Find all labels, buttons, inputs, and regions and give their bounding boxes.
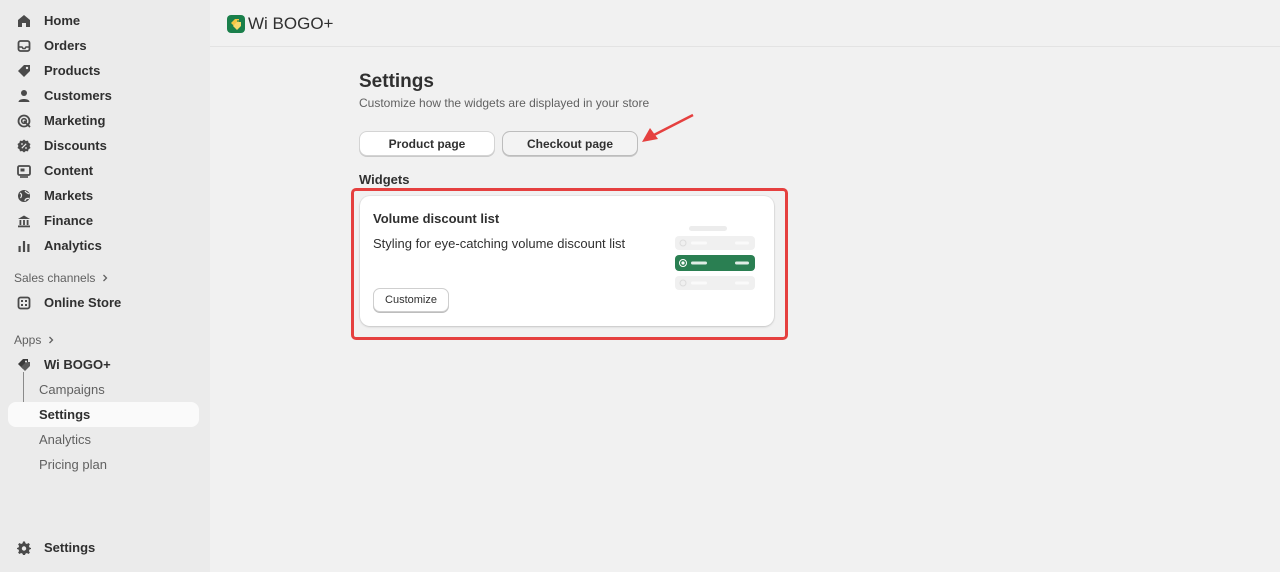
gear-icon bbox=[17, 541, 31, 555]
nav-home[interactable]: Home bbox=[8, 8, 199, 33]
sidebar: Home Orders Products Customers Marketing… bbox=[0, 0, 210, 572]
app-header: Wi BOGO+ bbox=[210, 0, 1280, 47]
home-icon bbox=[17, 14, 31, 28]
globe-icon bbox=[17, 189, 31, 203]
widgets-heading: Widgets bbox=[359, 172, 410, 187]
apps-section[interactable]: Apps bbox=[14, 333, 55, 347]
customize-button[interactable]: Customize bbox=[373, 288, 449, 312]
nav-label: Customers bbox=[44, 88, 112, 103]
nav-markets[interactable]: Markets bbox=[8, 183, 199, 208]
subnav-label: Settings bbox=[39, 407, 91, 422]
card-description: Styling for eye-catching volume discount… bbox=[373, 236, 626, 251]
inbox-icon bbox=[17, 39, 31, 53]
tab-product-page[interactable]: Product page bbox=[359, 131, 495, 156]
nav-analytics[interactable]: Analytics bbox=[8, 233, 199, 258]
annotation-arrow-icon bbox=[642, 113, 694, 142]
store-icon bbox=[17, 296, 31, 310]
chevron-right-icon bbox=[47, 333, 55, 347]
bank-icon bbox=[17, 214, 31, 228]
nav-label: Markets bbox=[44, 188, 94, 203]
subnav-label: Pricing plan bbox=[39, 457, 107, 472]
chevron-right-icon bbox=[101, 271, 109, 285]
nav-label: Home bbox=[44, 13, 81, 28]
nav-discounts[interactable]: Discounts bbox=[8, 133, 199, 158]
volume-list-preview-icon bbox=[675, 226, 755, 290]
apps-label: Apps bbox=[14, 333, 42, 347]
nav-label: Marketing bbox=[44, 113, 106, 128]
sales-channels-label: Sales channels bbox=[14, 271, 96, 285]
nav-label: Wi BOGO+ bbox=[44, 357, 111, 372]
subnav-label: Analytics bbox=[39, 432, 92, 447]
nav-orders[interactable]: Orders bbox=[8, 33, 199, 58]
tag-icon bbox=[17, 64, 31, 78]
nav-app-wibogo[interactable]: Wi BOGO+ bbox=[8, 352, 199, 377]
nav-label: Analytics bbox=[44, 238, 102, 253]
person-icon bbox=[17, 89, 31, 103]
nav-label: Content bbox=[44, 163, 94, 178]
nav-settings[interactable]: Settings bbox=[8, 535, 199, 560]
tab-checkout-page[interactable]: Checkout page bbox=[502, 131, 638, 156]
page-subtitle: Customize how the widgets are displayed … bbox=[359, 96, 650, 110]
discount-icon bbox=[17, 139, 31, 153]
nav-label: Discounts bbox=[44, 138, 107, 153]
target-icon bbox=[17, 114, 31, 128]
nav-label: Settings bbox=[44, 540, 96, 555]
content-icon bbox=[17, 164, 31, 178]
subnav-label: Campaigns bbox=[39, 382, 105, 397]
nav-label: Products bbox=[44, 63, 101, 78]
app-tag-icon bbox=[17, 358, 31, 372]
nav-content[interactable]: Content bbox=[8, 158, 199, 183]
subnav-settings[interactable]: Settings bbox=[8, 402, 199, 427]
nav-marketing[interactable]: Marketing bbox=[8, 108, 199, 133]
main-content: Wi BOGO+ Settings Customize how the widg… bbox=[210, 0, 1280, 572]
card-title: Volume discount list bbox=[373, 211, 500, 226]
page-title: Settings bbox=[359, 71, 434, 92]
subnav-campaigns[interactable]: Campaigns bbox=[8, 377, 199, 402]
nav-online-store[interactable]: Online Store bbox=[8, 290, 199, 315]
nav-label: Online Store bbox=[44, 295, 122, 310]
sales-channels-section[interactable]: Sales channels bbox=[14, 271, 109, 285]
app-logo-icon bbox=[227, 15, 245, 33]
nav-customers[interactable]: Customers bbox=[8, 83, 199, 108]
nav-label: Orders bbox=[44, 38, 87, 53]
bar-chart-icon bbox=[17, 239, 31, 253]
app-title: Wi BOGO+ bbox=[248, 14, 334, 33]
subnav-analytics[interactable]: Analytics bbox=[8, 427, 199, 452]
volume-discount-card: Volume discount list Styling for eye-cat… bbox=[360, 196, 774, 326]
nav-finance[interactable]: Finance bbox=[8, 208, 199, 233]
nav-products[interactable]: Products bbox=[8, 58, 199, 83]
nav-label: Finance bbox=[44, 213, 94, 228]
subnav-pricing-plan[interactable]: Pricing plan bbox=[8, 452, 199, 477]
